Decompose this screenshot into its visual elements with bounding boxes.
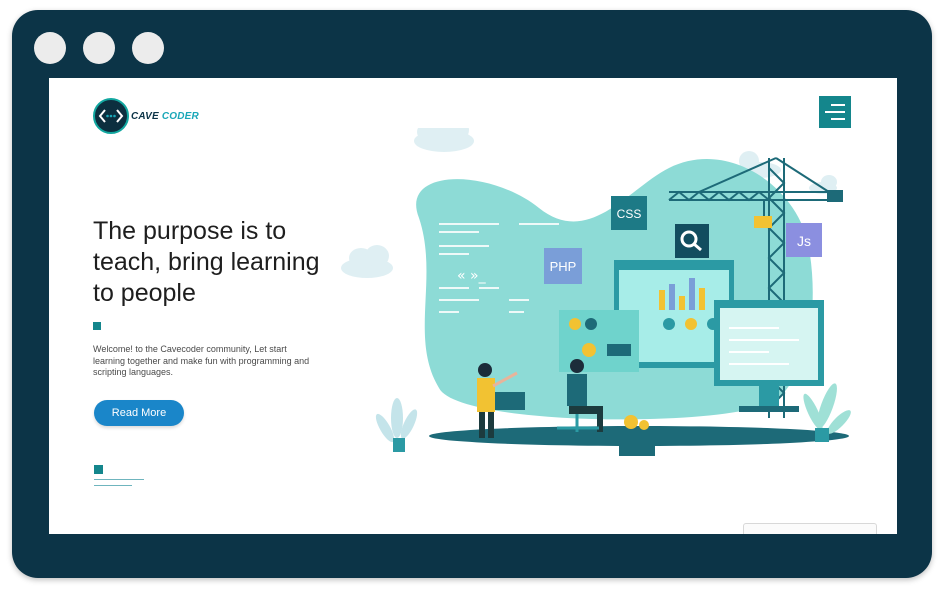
plant-icon [375, 398, 418, 443]
hero-illustration: « »_ PHP CSS Js [339, 117, 897, 488]
indicator-square-icon [94, 465, 103, 474]
web-page: CAVE CODER The purpose is to teach, brin… [49, 78, 897, 534]
logo-text-cave: CAVE [131, 110, 159, 122]
corner-widget [743, 523, 877, 534]
gear-icon [569, 318, 581, 330]
hamburger-menu-icon[interactable] [819, 96, 851, 128]
indicator-line [94, 485, 132, 486]
read-more-button[interactable]: Read More [94, 400, 184, 426]
logo-text: CAVE CODER [131, 111, 199, 122]
browser-frame: CAVE CODER The purpose is to teach, brin… [12, 10, 932, 578]
svg-text:« »_: « »_ [457, 268, 487, 284]
window-dot-icon [34, 32, 66, 64]
page-title: The purpose is to teach, bring learning … [93, 217, 320, 307]
logo-text-coder: CODER [161, 110, 199, 122]
search-tag [675, 224, 709, 258]
decorative-square-icon [93, 322, 101, 330]
php-label: PHP [550, 259, 577, 274]
hero-description: Welcome! to the Cavecoder community, Let… [93, 344, 310, 377]
site-logo[interactable]: CAVE CODER [93, 98, 199, 134]
js-label: Js [797, 233, 811, 249]
window-dot-icon [83, 32, 115, 64]
indicator-line [94, 479, 144, 480]
code-brackets-icon [93, 98, 129, 134]
window-dot-icon [132, 32, 164, 64]
css-label: CSS [617, 207, 642, 221]
box-icon [619, 428, 655, 456]
